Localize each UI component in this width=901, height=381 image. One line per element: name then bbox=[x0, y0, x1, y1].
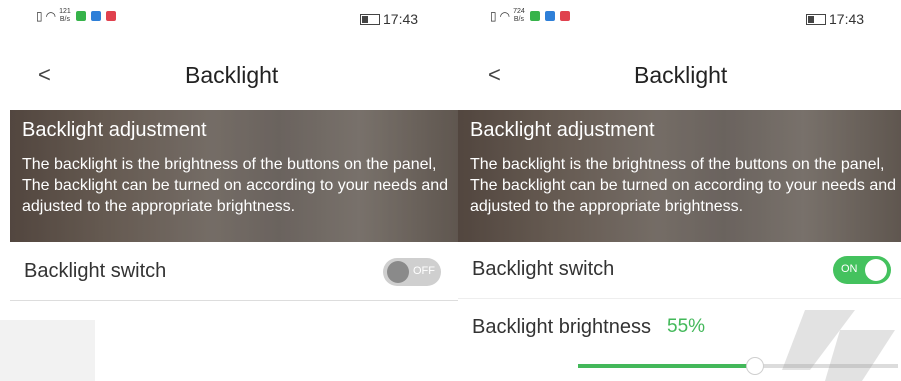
status-bar: ▯ ◠ 121 B/s 17:43 bbox=[0, 0, 458, 36]
back-icon[interactable]: < bbox=[488, 62, 501, 88]
banner-body-line1: The backlight is the brightness of the b… bbox=[22, 156, 437, 173]
background-area bbox=[0, 320, 95, 381]
wifi-icon: ◠ bbox=[45, 9, 57, 23]
sim-icon: ▯ bbox=[36, 9, 43, 23]
app-notification-icon bbox=[529, 11, 540, 21]
backlight-brightness-label: Backlight brightness bbox=[472, 316, 651, 338]
network-speed: 121 B/s bbox=[59, 8, 71, 24]
sim-icon: ▯ bbox=[490, 9, 497, 23]
page-title: Backlight bbox=[634, 62, 728, 88]
banner-heading: Backlight adjustment bbox=[470, 119, 655, 141]
app-notification-icon bbox=[90, 11, 101, 21]
banner-body-line2: The backlight can be turned on according… bbox=[470, 177, 897, 215]
battery-icon bbox=[360, 13, 380, 25]
banner-body-line2: The backlight can be turned on according… bbox=[22, 177, 449, 215]
network-speed-unit: B/s bbox=[513, 16, 524, 23]
background-area bbox=[95, 301, 458, 381]
brightness-slider-fill bbox=[578, 364, 754, 368]
app-header: < Backlight bbox=[0, 50, 458, 100]
battery-icon bbox=[806, 13, 826, 25]
network-speed-value: 121 bbox=[59, 8, 71, 15]
app-notification-icon bbox=[544, 11, 555, 21]
banner-body: The backlight is the brightness of the b… bbox=[470, 154, 901, 217]
banner-heading: Backlight adjustment bbox=[22, 119, 207, 141]
watermark-logo bbox=[782, 310, 895, 381]
toggle-knob bbox=[387, 261, 409, 283]
page-title: Backlight bbox=[185, 62, 279, 88]
status-time: 17:43 bbox=[829, 11, 865, 27]
toggle-state-text: OFF bbox=[413, 265, 435, 277]
backlight-switch-row: Backlight switch ON bbox=[458, 242, 901, 299]
backlight-toggle[interactable]: OFF bbox=[383, 258, 441, 286]
app-notification-icon bbox=[105, 11, 116, 21]
network-speed: 724 B/s bbox=[513, 8, 525, 24]
wifi-icon: ◠ bbox=[499, 9, 511, 23]
status-icons: ▯ ◠ 724 B/s bbox=[490, 8, 570, 24]
app-notification-icon bbox=[559, 11, 570, 21]
info-banner: Backlight adjustment The backlight is th… bbox=[458, 110, 901, 242]
backlight-switch-label: Backlight switch bbox=[24, 260, 167, 282]
network-speed-unit: B/s bbox=[59, 16, 70, 23]
brightness-slider-thumb[interactable] bbox=[746, 357, 764, 375]
toggle-knob bbox=[865, 259, 887, 281]
status-bar: ▯ ◠ 724 B/s 17:43 bbox=[458, 0, 901, 36]
info-banner: Backlight adjustment The backlight is th… bbox=[10, 110, 458, 242]
brightness-value: 55% bbox=[667, 316, 706, 337]
status-time: 17:43 bbox=[383, 11, 419, 27]
backlight-switch-row: Backlight switch OFF bbox=[10, 244, 458, 301]
app-notification-icon bbox=[75, 11, 86, 21]
backlight-toggle[interactable]: ON bbox=[833, 256, 891, 284]
banner-body-line1: The backlight is the brightness of the b… bbox=[470, 156, 885, 173]
network-speed-value: 724 bbox=[513, 8, 525, 15]
left-screen: ▯ ◠ 121 B/s 17:43 < Backlight Backlight … bbox=[0, 0, 458, 381]
app-header: < Backlight bbox=[458, 50, 901, 100]
backlight-switch-label: Backlight switch bbox=[472, 258, 615, 280]
status-icons: ▯ ◠ 121 B/s bbox=[36, 8, 116, 24]
banner-body: The backlight is the brightness of the b… bbox=[22, 154, 458, 217]
back-icon[interactable]: < bbox=[38, 62, 51, 88]
toggle-state-text: ON bbox=[841, 263, 858, 275]
